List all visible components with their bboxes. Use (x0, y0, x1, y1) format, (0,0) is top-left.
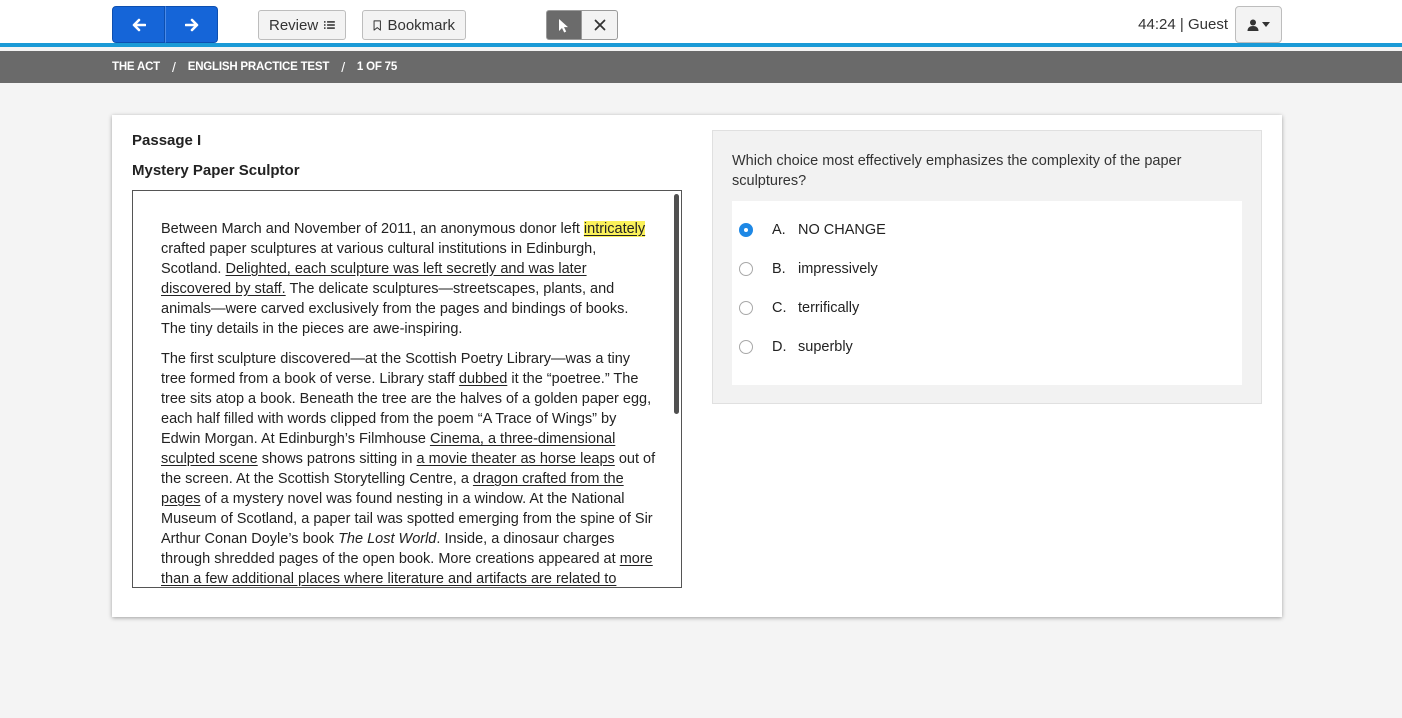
review-label: Review (269, 16, 319, 34)
choice-c-radio[interactable] (739, 301, 753, 315)
choice-text: NO CHANGE (798, 222, 886, 238)
status-separator: | (1179, 16, 1184, 33)
breadcrumb-separator: / (172, 59, 176, 75)
pointer-tool-button[interactable] (546, 10, 582, 40)
underlined-segment[interactable]: a movie theater as horse leaps (417, 451, 615, 467)
pointer-mode-group (546, 10, 618, 40)
bookmark-icon (373, 19, 381, 31)
question-panel: Which choice most effectively emphasizes… (712, 130, 1262, 404)
highlighted-underlined-word[interactable]: intricately (583, 221, 646, 237)
user-name: Guest (1187, 16, 1228, 33)
choice-text: terrifically (798, 300, 860, 316)
timer-user-status: 44:24 | Guest (1138, 16, 1228, 33)
question-text: Which choice most effectively emphasizes… (732, 153, 1182, 189)
choice-text: impressively (798, 261, 878, 277)
arrow-left-icon (132, 18, 146, 31)
arrow-right-icon (184, 18, 198, 31)
bookmark-label: Bookmark (387, 16, 455, 34)
timer: 44:24 (1138, 16, 1176, 33)
nav-button-group (112, 6, 218, 43)
answer-choices: A. NO CHANGE B. impressively C. terrific… (732, 201, 1242, 385)
breadcrumb-item-progress: 1 OF 75 (356, 61, 398, 73)
cursor-icon (559, 18, 568, 32)
user-icon (1247, 19, 1259, 31)
list-icon (324, 21, 335, 29)
passage-paragraph-2: The first sculpture discovered—at the Sc… (161, 349, 656, 587)
passage-title: Mystery Paper Sculptor (132, 162, 300, 179)
passage-scroll-box[interactable]: Between March and November of 2011, an a… (132, 190, 682, 588)
choice-letter: A. (772, 222, 786, 238)
breadcrumb: THE ACT / ENGLISH PRACTICE TEST / 1 OF 7… (0, 51, 1402, 83)
close-icon (594, 19, 605, 31)
passage-text: Between March and November of 2011, an a… (161, 219, 656, 587)
top-toolbar: Review Bookmark 44:24 | Guest (0, 0, 1402, 47)
question-card: Passage I Mystery Paper Sculptor Between… (112, 115, 1282, 617)
choice-b-radio[interactable] (739, 262, 753, 276)
choice-text: superbly (798, 339, 853, 355)
bookmark-button[interactable]: Bookmark (362, 10, 466, 40)
choice-a-radio[interactable] (739, 223, 753, 237)
choice-letter: B. (772, 261, 786, 277)
choice-b[interactable]: B. impressively (732, 254, 1242, 284)
choice-d[interactable]: D. superbly (732, 332, 1242, 362)
passage-label: Passage I (132, 132, 202, 149)
review-button[interactable]: Review (258, 10, 346, 40)
choice-a[interactable]: A. NO CHANGE (732, 215, 1242, 245)
previous-button[interactable] (112, 6, 165, 43)
caret-down-icon (1262, 22, 1270, 27)
choice-d-radio[interactable] (739, 340, 753, 354)
eliminate-tool-button[interactable] (582, 10, 618, 40)
breadcrumb-separator: / (341, 59, 345, 75)
choice-letter: C. (772, 300, 787, 316)
choice-letter: D. (772, 339, 787, 355)
underlined-segment[interactable]: dubbed (459, 371, 507, 387)
breadcrumb-item-section: ENGLISH PRACTICE TEST (187, 61, 330, 73)
book-title: The Lost World (338, 531, 437, 547)
breadcrumb-item-test: THE ACT (112, 61, 161, 73)
next-button[interactable] (165, 6, 218, 43)
choice-c[interactable]: C. terrifically (732, 293, 1242, 323)
passage-scrollbar[interactable] (674, 194, 679, 414)
user-menu-button[interactable] (1235, 6, 1282, 43)
passage-paragraph-1: Between March and November of 2011, an a… (161, 221, 646, 337)
